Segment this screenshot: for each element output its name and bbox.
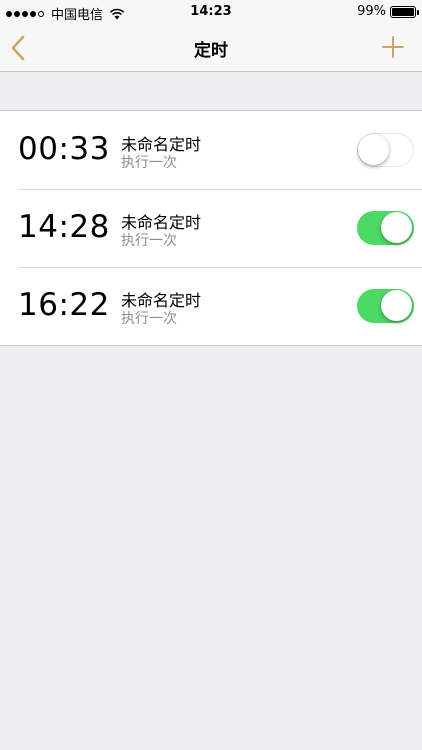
battery-status: 99% <box>357 4 419 19</box>
toggle-knob <box>381 290 412 321</box>
timer-time: 14:28 <box>18 209 110 245</box>
timer-time: 00:33 <box>18 131 110 167</box>
timer-repeat: 执行一次 <box>121 311 177 327</box>
timer-repeat: 执行一次 <box>121 155 177 171</box>
navigation-bar: 定时 <box>0 24 422 72</box>
timer-list: 00:33 未命名定时 执行一次 14:28 未命名定时 执行一次 16:22 … <box>0 110 422 346</box>
timer-row[interactable]: 14:28 未命名定时 执行一次 <box>0 189 422 267</box>
plus-icon[interactable] <box>382 36 404 58</box>
timer-row[interactable]: 16:22 未命名定时 执行一次 <box>0 267 422 345</box>
battery-percent: 99% <box>357 4 386 19</box>
timer-time: 16:22 <box>18 287 110 323</box>
toggle-knob <box>381 212 412 243</box>
battery-icon <box>390 5 419 18</box>
timer-toggle[interactable] <box>357 211 414 245</box>
timer-toggle[interactable] <box>357 289 414 323</box>
timer-toggle[interactable] <box>357 133 414 167</box>
timer-repeat: 执行一次 <box>121 233 177 249</box>
toggle-knob <box>358 134 389 165</box>
timer-row[interactable]: 00:33 未命名定时 执行一次 <box>0 111 422 189</box>
page-title: 定时 <box>194 41 228 61</box>
status-bar: 中国电信 14:23 99% <box>0 0 422 24</box>
